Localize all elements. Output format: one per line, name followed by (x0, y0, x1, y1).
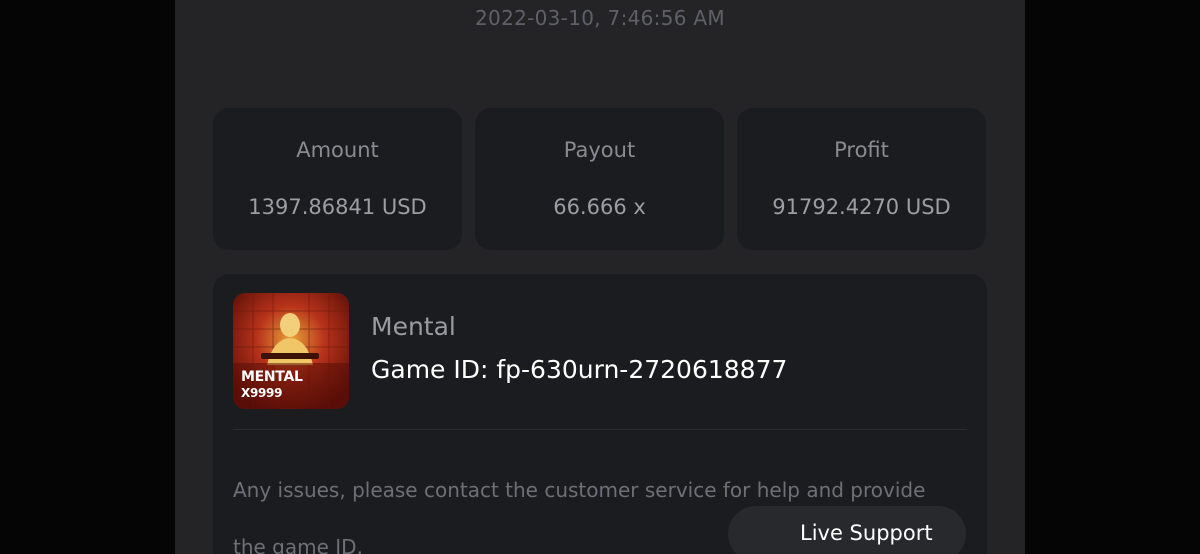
amount-label: Amount (296, 138, 379, 162)
amount-card: Amount 1397.86841 USD (213, 108, 462, 250)
bet-timestamp: 2022-03-10, 7:46:56 AM (475, 6, 725, 30)
payout-value: 66.666 x (553, 195, 646, 219)
bet-detail-screen: 2022-03-10, 7:46:56 AM Amount 1397.86841… (175, 0, 1025, 554)
profit-card: Profit 91792.4270 USD (737, 108, 986, 250)
game-id: Game ID: fp-630urn-2720618877 (371, 355, 788, 384)
live-support-button[interactable]: Live Support (728, 506, 966, 554)
payout-card: Payout 66.666 x (475, 108, 724, 250)
card-divider (233, 429, 967, 430)
game-thumbnail-subtitle: X9999 (241, 386, 283, 400)
game-info-card: MENTAL X9999 Mental Game ID: fp-630urn-2… (213, 274, 987, 554)
amount-value: 1397.86841 USD (248, 195, 427, 219)
game-name: Mental (371, 312, 456, 341)
payout-label: Payout (563, 138, 636, 162)
game-thumbnail[interactable]: MENTAL X9999 (233, 293, 349, 409)
game-thumbnail-title: MENTAL (241, 369, 303, 385)
profit-value: 91792.4270 USD (772, 195, 951, 219)
profit-label: Profit (834, 138, 889, 162)
